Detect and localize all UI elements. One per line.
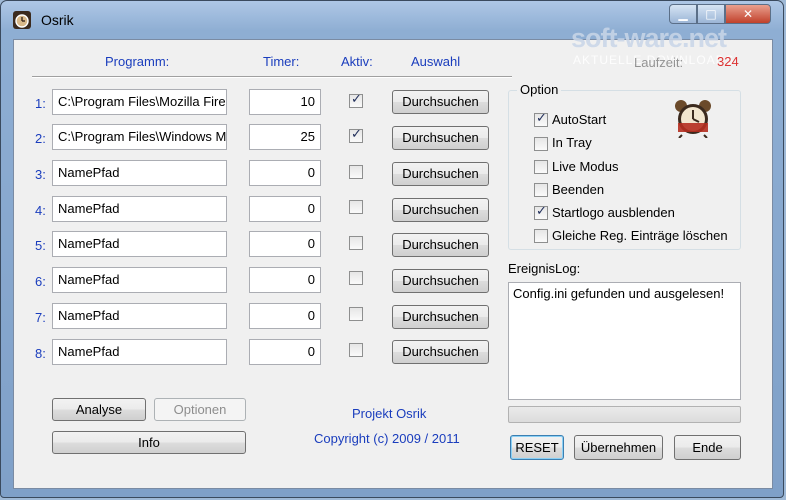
watermark-count: 324	[717, 54, 739, 69]
program-path-input[interactable]: NamePfad	[52, 303, 227, 329]
active-checkbox[interactable]: ✓	[349, 92, 363, 108]
row-number: 1:	[35, 96, 46, 111]
window-title: Osrik	[41, 12, 74, 28]
hide-startlogo-checkbox[interactable]: ✓	[534, 204, 548, 220]
timer-input[interactable]: 0	[249, 303, 321, 329]
browse-button[interactable]: Durchsuchen	[392, 340, 489, 364]
live-mode-label: Live Modus	[552, 159, 619, 174]
row-number: 2:	[35, 131, 46, 146]
timer-input[interactable]: 10	[249, 89, 321, 115]
alarm-clock-icon	[672, 98, 714, 139]
progress-bar	[508, 406, 741, 423]
program-path-input[interactable]: C:\Program Files\Mozilla Fire	[52, 89, 227, 115]
checkmark-icon: ✓	[351, 92, 362, 107]
runtime-label: Laufzeit:	[634, 55, 684, 70]
project-label: Projekt Osrik	[352, 406, 427, 421]
client-area: Programm: Timer: Aktiv: Auswahl 1: C:\Pr…	[13, 39, 773, 489]
active-checkbox[interactable]: ✓	[349, 127, 363, 143]
active-checkbox[interactable]	[349, 236, 363, 250]
row-number: 6:	[35, 274, 46, 289]
analyse-button[interactable]: Analyse	[52, 398, 146, 421]
apply-button[interactable]: Übernehmen	[574, 435, 663, 460]
row-number: 7:	[35, 310, 46, 325]
event-log-label: EreignisLog:	[508, 261, 581, 276]
timer-input[interactable]: 0	[249, 196, 321, 222]
maximize-button[interactable]: □	[697, 4, 725, 24]
active-checkbox[interactable]	[349, 307, 363, 321]
active-checkbox[interactable]	[349, 343, 363, 357]
quit-label: Beenden	[552, 182, 605, 197]
timer-input[interactable]: 25	[249, 124, 321, 150]
app-window: Osrik ▁ □ ✕ Programm: Timer: Aktiv: Ausw…	[0, 0, 784, 498]
active-checkbox[interactable]	[349, 165, 363, 179]
browse-button[interactable]: Durchsuchen	[392, 126, 489, 150]
active-checkbox[interactable]	[349, 200, 363, 214]
active-checkbox[interactable]	[349, 271, 363, 285]
checkmark-icon: ✓	[351, 127, 362, 142]
copyright-label: Copyright (c) 2009 / 2011	[314, 431, 460, 446]
program-path-input[interactable]: C:\Program Files\Windows M	[52, 124, 227, 150]
autostart-checkbox[interactable]: ✓	[534, 111, 548, 127]
in-tray-checkbox[interactable]	[534, 137, 548, 151]
browse-button[interactable]: Durchsuchen	[392, 90, 489, 114]
reset-button[interactable]: RESET	[510, 435, 564, 460]
row-number: 4:	[35, 203, 46, 218]
autostart-label: AutoStart	[552, 112, 607, 127]
close-button[interactable]: ✕	[725, 4, 771, 24]
browse-button[interactable]: Durchsuchen	[392, 305, 489, 329]
timer-input[interactable]: 0	[249, 267, 321, 293]
app-clock-icon[interactable]	[13, 11, 31, 29]
browse-button[interactable]: Durchsuchen	[392, 162, 489, 186]
info-button[interactable]: Info	[52, 431, 246, 454]
end-button[interactable]: Ende	[674, 435, 741, 460]
program-path-input[interactable]: NamePfad	[52, 339, 227, 365]
delete-duplicate-reg-checkbox[interactable]	[534, 229, 548, 243]
minimize-button[interactable]: ▁	[669, 4, 697, 24]
timer-input[interactable]: 0	[249, 160, 321, 186]
row-number: 5:	[35, 238, 46, 253]
quit-checkbox[interactable]	[534, 183, 548, 197]
checkmark-icon: ✓	[536, 204, 547, 219]
in-tray-label: In Tray	[552, 135, 592, 150]
browse-button[interactable]: Durchsuchen	[392, 269, 489, 293]
delete-duplicate-reg-label: Gleiche Reg. Einträge löschen	[552, 228, 728, 243]
event-log-textbox[interactable]: Config.ini gefunden und ausgelesen!	[508, 282, 741, 400]
program-path-input[interactable]: NamePfad	[52, 160, 227, 186]
browse-button[interactable]: Durchsuchen	[392, 198, 489, 222]
timer-input[interactable]: 0	[249, 339, 321, 365]
header-active: Aktiv:	[341, 54, 373, 69]
browse-button[interactable]: Durchsuchen	[392, 233, 489, 257]
program-path-input[interactable]: NamePfad	[52, 267, 227, 293]
header-separator	[32, 76, 512, 78]
checkmark-icon: ✓	[536, 111, 547, 126]
program-path-input[interactable]: NamePfad	[52, 196, 227, 222]
options-button[interactable]: Optionen	[154, 398, 246, 421]
header-timer: Timer:	[263, 54, 300, 69]
header-program: Programm:	[105, 54, 170, 69]
live-mode-checkbox[interactable]	[534, 160, 548, 174]
option-group-label: Option	[517, 82, 562, 97]
header-select: Auswahl	[411, 54, 461, 69]
row-number: 3:	[35, 167, 46, 182]
timer-input[interactable]: 0	[249, 231, 321, 257]
watermark-brand: soft-ware.net	[571, 23, 727, 53]
row-number: 8:	[35, 346, 46, 361]
hide-startlogo-label: Startlogo ausblenden	[552, 205, 675, 220]
program-path-input[interactable]: NamePfad	[52, 231, 227, 257]
